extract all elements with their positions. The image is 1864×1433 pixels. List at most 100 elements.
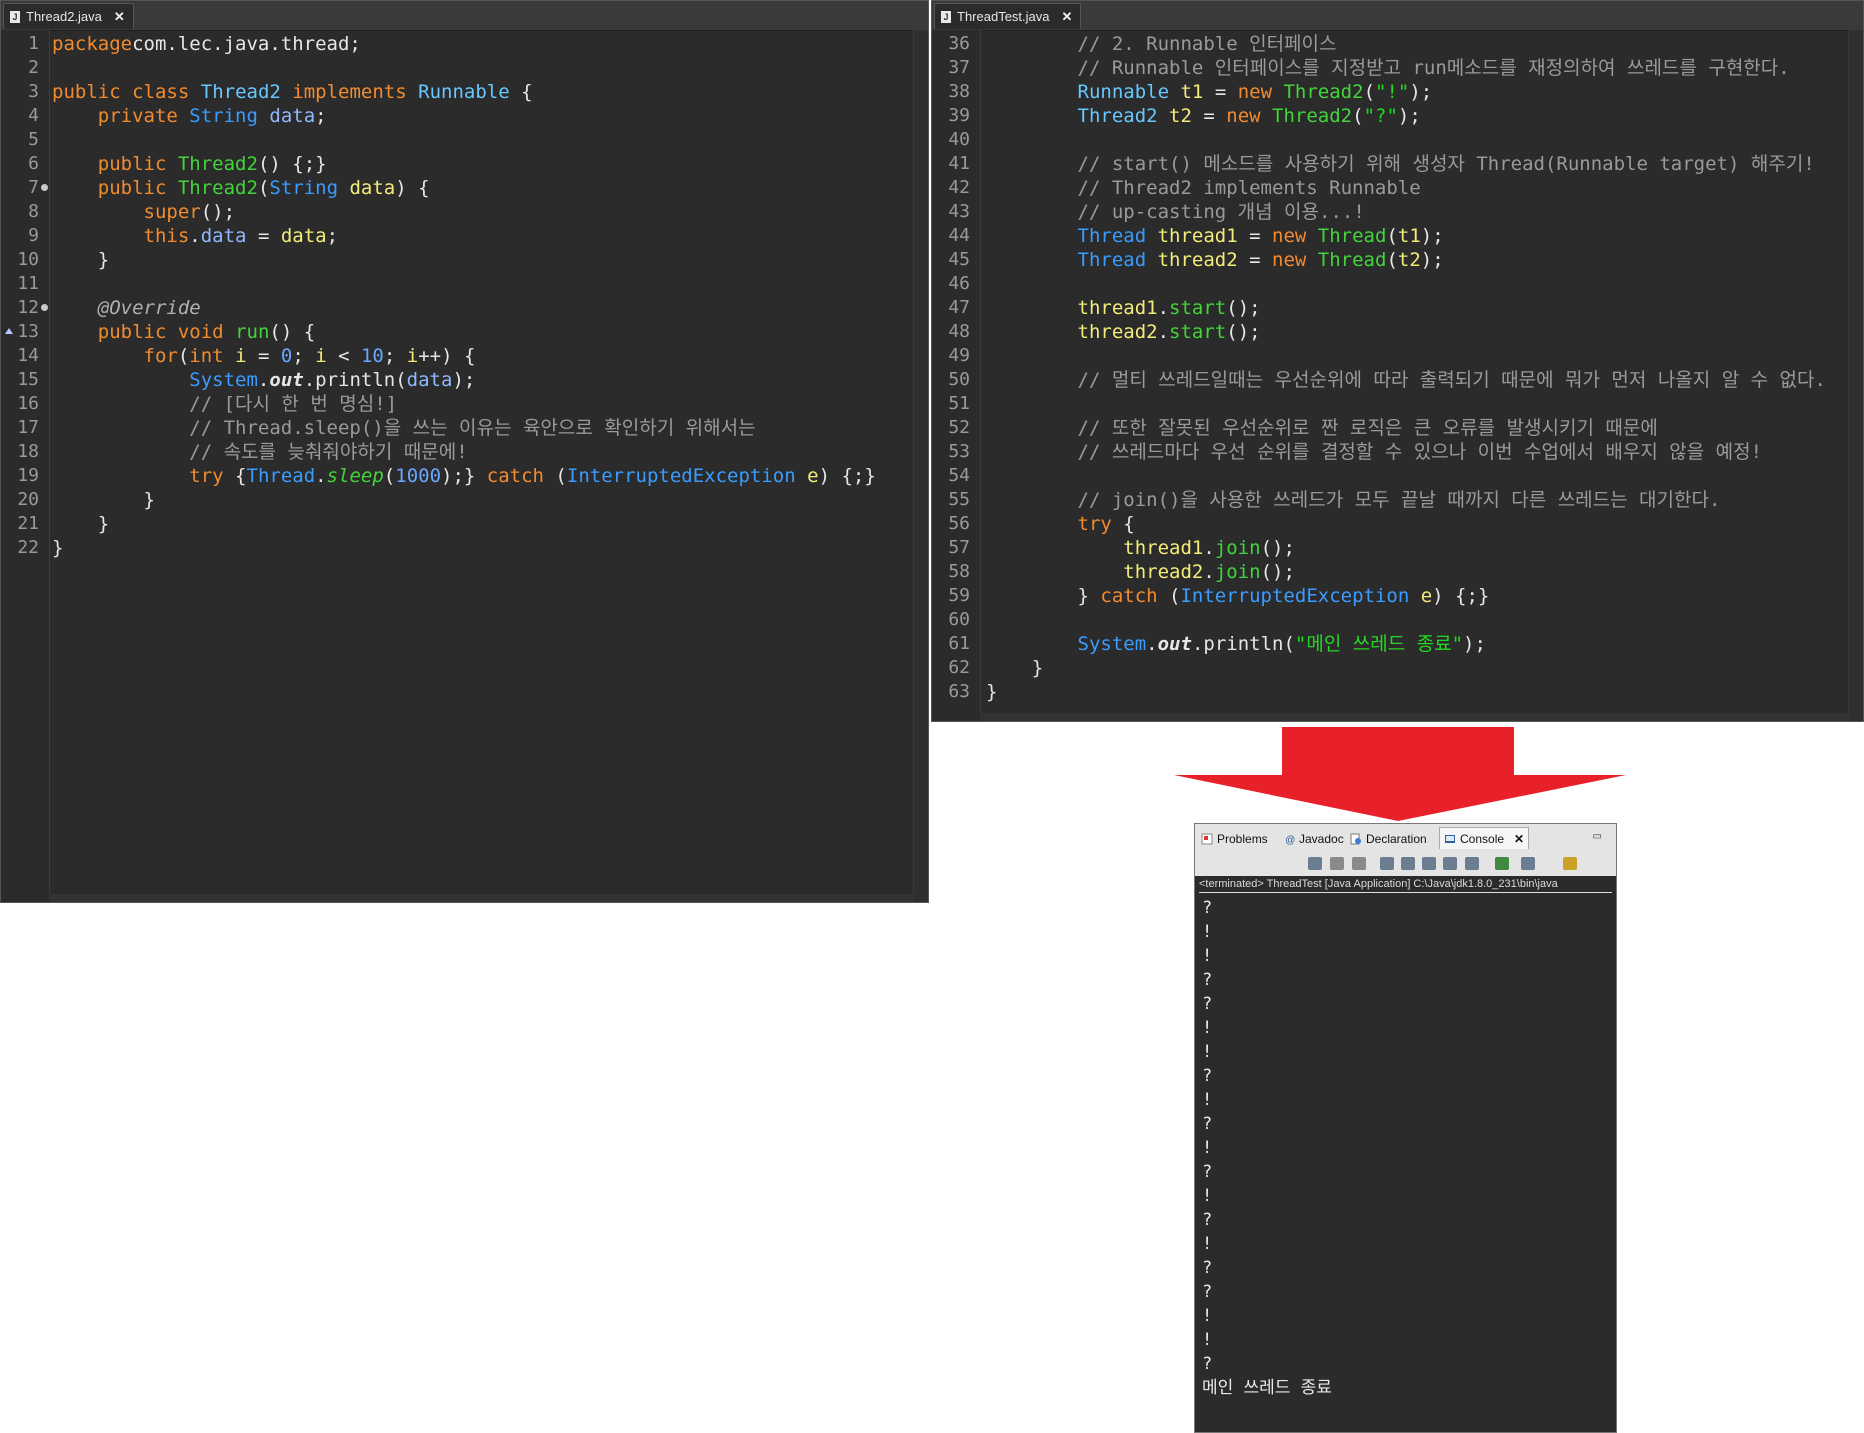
close-icon[interactable]: ✕ bbox=[114, 9, 125, 25]
code-line[interactable]: public Thread2(String data) { bbox=[52, 176, 430, 200]
code-token: new bbox=[1237, 81, 1273, 103]
remove-all-icon[interactable] bbox=[1352, 857, 1366, 870]
code-area[interactable]: // 2. Runnable 인터페이스 // Runnable 인터페이스를 … bbox=[986, 30, 1849, 721]
scroll-lock-icon[interactable] bbox=[1401, 857, 1415, 870]
code-line[interactable]: } bbox=[986, 656, 1043, 680]
code-line[interactable]: thread1.join(); bbox=[986, 536, 1295, 560]
code-line[interactable]: Thread2 t2 = new Thread2("?"); bbox=[986, 104, 1421, 128]
code-line[interactable]: // Runnable 인터페이스를 지정받고 run메소드를 재정의하여 쓰레… bbox=[986, 56, 1790, 80]
code-line[interactable]: public Thread2() {;} bbox=[52, 152, 327, 176]
word-wrap-icon[interactable] bbox=[1422, 857, 1436, 870]
code-line[interactable]: private String data; bbox=[52, 104, 327, 128]
code-line[interactable]: // 쓰레드마다 우선 순위를 결정할 수 있으나 이번 수업에서 배우지 않을… bbox=[986, 440, 1763, 464]
code-line[interactable]: @Override bbox=[52, 296, 201, 320]
code-line[interactable]: System.out.println(data); bbox=[52, 368, 475, 392]
pin-console-icon[interactable] bbox=[1495, 857, 1509, 870]
code-token: } bbox=[986, 681, 998, 703]
code-line[interactable]: public class Thread2 implements Runnable… bbox=[52, 80, 533, 104]
tab-problems[interactable]: Problems bbox=[1201, 828, 1268, 849]
clear-console-icon[interactable] bbox=[1380, 857, 1394, 870]
code-token: InterruptedException bbox=[566, 465, 796, 487]
code-line[interactable]: try { bbox=[986, 512, 1135, 536]
line-number: 4 bbox=[28, 105, 39, 126]
code-line[interactable]: for(int i = 0; i < 10; i++) { bbox=[52, 344, 476, 368]
console-output-line: ! bbox=[1202, 1018, 1213, 1038]
code-token: < bbox=[326, 345, 361, 367]
code-token: System bbox=[1077, 633, 1147, 655]
console-output-line: ! bbox=[1202, 1186, 1213, 1206]
tab-javadoc[interactable]: @ Javadoc bbox=[1283, 828, 1344, 849]
code-line[interactable]: // 속도를 늦춰줘야하기 때문에! bbox=[52, 440, 467, 464]
vertical-scrollbar[interactable] bbox=[1848, 30, 1863, 721]
code-line[interactable]: thread1.start(); bbox=[986, 296, 1261, 320]
display-console-icon[interactable] bbox=[1521, 857, 1535, 870]
code-line[interactable]: // Thread2 implements Runnable bbox=[986, 176, 1421, 200]
code-line[interactable]: } bbox=[52, 512, 109, 536]
code-token: t1 bbox=[1397, 225, 1421, 247]
code-line[interactable]: } bbox=[52, 536, 63, 560]
code-line[interactable]: // 2. Runnable 인터페이스 bbox=[986, 32, 1337, 56]
console-output-line: ! bbox=[1202, 1234, 1213, 1254]
tab-threadtest-java[interactable]: J ThreadTest.java ✕ bbox=[934, 3, 1082, 29]
line-number: 50 bbox=[948, 369, 970, 390]
code-token: ); bbox=[1420, 225, 1444, 247]
code-line[interactable]: // start() 메소드를 사용하기 위해 생성자 Thread(Runna… bbox=[986, 152, 1815, 176]
code-line[interactable]: // 멀티 쓰레드일때는 우선순위에 따라 출력되기 때문에 뭐가 먼저 나올지… bbox=[986, 368, 1826, 392]
editor-thread2[interactable]: J Thread2.java ✕ 1 2 3 4 5 6 7 8 9 10 11 12 13 14 15 16… bbox=[0, 0, 929, 903]
minimize-icon[interactable]: ▭ bbox=[1593, 831, 1602, 842]
close-icon[interactable]: ✕ bbox=[1062, 9, 1073, 25]
code-token: out bbox=[1157, 633, 1192, 655]
code-token: ( bbox=[543, 465, 567, 487]
code-line[interactable]: thread2.start(); bbox=[986, 320, 1261, 344]
code-line[interactable]: // 또한 잘못된 우선순위로 짠 로직은 큰 오류를 발생시키기 때문에 bbox=[986, 416, 1658, 440]
code-line[interactable]: // up-casting 개념 이용...! bbox=[986, 200, 1365, 224]
code-line[interactable]: // [다시 한 번 명심!] bbox=[52, 392, 397, 416]
vertical-scrollbar[interactable] bbox=[913, 30, 928, 902]
horizontal-scrollbar[interactable] bbox=[49, 894, 914, 902]
code-line[interactable]: public void run() { bbox=[52, 320, 315, 344]
tab-console[interactable]: Console ✕ bbox=[1439, 827, 1530, 849]
code-token: ( bbox=[1386, 225, 1398, 247]
fold-marker-icon[interactable] bbox=[41, 304, 48, 311]
show-on-error-icon[interactable] bbox=[1465, 857, 1479, 870]
javadoc-icon: @ bbox=[1285, 835, 1295, 845]
tab-thread2-java[interactable]: J Thread2.java ✕ bbox=[3, 3, 134, 29]
code-line[interactable]: thread2.join(); bbox=[986, 560, 1295, 584]
code-line[interactable]: System.out.println("메인 쓰레드 종료"); bbox=[986, 632, 1486, 656]
console-output-line: ! bbox=[1202, 1138, 1213, 1158]
code-line[interactable]: } bbox=[52, 488, 155, 512]
code-line[interactable]: } bbox=[986, 680, 997, 704]
terminate-icon[interactable] bbox=[1308, 857, 1322, 870]
code-line[interactable]: this.data = data; bbox=[52, 224, 339, 248]
horizontal-scrollbar[interactable] bbox=[980, 713, 1849, 721]
line-number: 61 bbox=[948, 633, 970, 654]
code-line[interactable]: // join()을 사용한 쓰레드가 모두 끝날 때까지 다른 쓰레드는 대기… bbox=[986, 488, 1721, 512]
code-line[interactable]: super(); bbox=[52, 200, 236, 224]
console-view[interactable]: Problems @ Javadoc Declaration Console ✕… bbox=[1194, 823, 1617, 1433]
editor-threadtest[interactable]: J ThreadTest.java ✕ 36 37 38 39 40 41 42 43 44 45… bbox=[931, 0, 1864, 722]
line-number-gutter: 1 2 3 4 5 6 7 8 9 10 11 12 13 14 15 16 17 18 19 20 21 22 bbox=[1, 30, 50, 902]
code-token: Thread bbox=[1317, 249, 1387, 271]
line-number: 10 bbox=[17, 249, 39, 270]
code-line[interactable]: } catch (InterruptedException e) {;} bbox=[986, 584, 1490, 608]
code-line[interactable]: Thread thread1 = new Thread(t1); bbox=[986, 224, 1444, 248]
tab-declaration[interactable]: Declaration bbox=[1350, 828, 1427, 849]
code-line[interactable]: // Thread.sleep()을 쓰는 이유는 육안으로 확인하기 위해서는 bbox=[52, 416, 755, 440]
show-on-output-icon[interactable] bbox=[1443, 857, 1457, 870]
remove-launch-icon[interactable] bbox=[1330, 857, 1344, 870]
open-console-icon[interactable] bbox=[1563, 857, 1577, 870]
code-line[interactable]: } bbox=[52, 248, 109, 272]
code-token: Thread2 bbox=[177, 177, 258, 199]
close-icon[interactable]: ✕ bbox=[1514, 832, 1524, 846]
code-line[interactable]: Runnable t1 = new Thread2("!"); bbox=[986, 80, 1433, 104]
code-line[interactable]: packagecom.lec.java.thread; bbox=[52, 32, 361, 56]
code-line[interactable]: Thread thread2 = new Thread(t2); bbox=[986, 248, 1444, 272]
code-line[interactable]: try {Thread.sleep(1000);} catch (Interru… bbox=[52, 464, 875, 488]
code-area[interactable]: packagecom.lec.java.thread; public class … bbox=[52, 30, 914, 902]
fold-marker-icon[interactable] bbox=[41, 184, 48, 191]
